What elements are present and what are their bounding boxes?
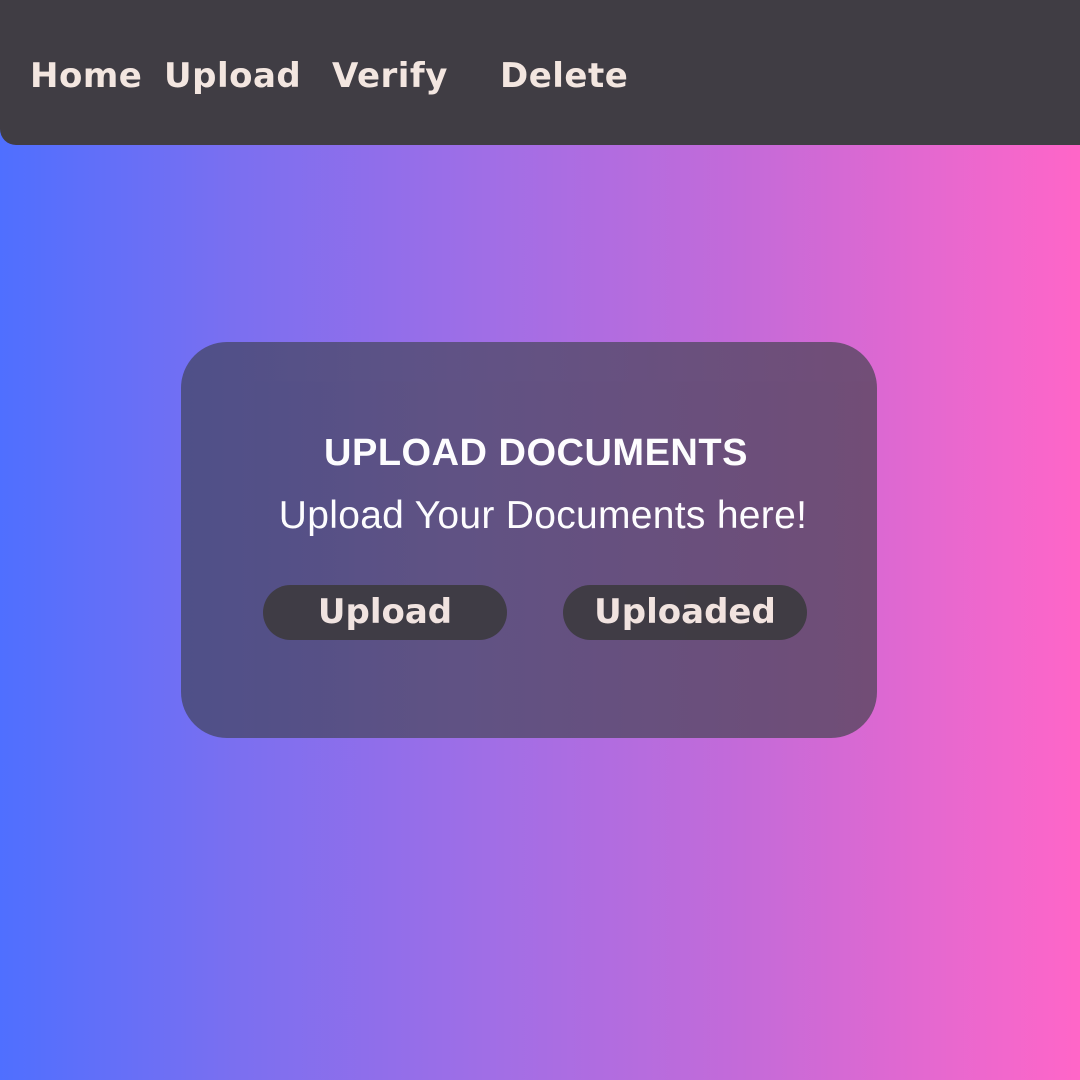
top-navbar: Home Upload Verify Delete [0,0,1080,145]
card-title: UPLOAD DOCUMENTS [324,432,748,474]
nav-verify-link[interactable]: Verify [332,54,448,98]
nav-home-link[interactable]: Home [30,54,142,98]
upload-button[interactable]: Upload [263,585,507,640]
uploaded-button[interactable]: Uploaded [563,585,807,640]
upload-card: UPLOAD DOCUMENTS Upload Your Documents h… [181,342,877,738]
nav-upload-link[interactable]: Upload [164,54,301,98]
nav-delete-link[interactable]: Delete [500,54,628,98]
card-subtitle: Upload Your Documents here! [278,494,808,537]
